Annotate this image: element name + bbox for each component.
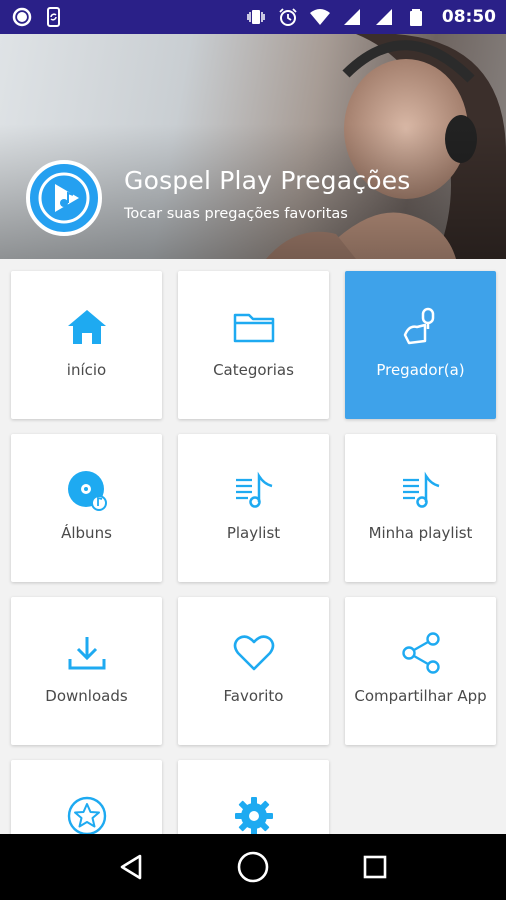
playlist-icon [235, 471, 272, 508]
menu-item-favorito[interactable]: Favorito [178, 597, 329, 745]
playlist-icon [402, 471, 439, 508]
navigation-bar [0, 834, 506, 900]
alarm-icon [279, 8, 297, 26]
app-title: Gospel Play Pregações [124, 166, 411, 195]
download-icon [68, 637, 105, 670]
folder-icon [233, 313, 274, 343]
back-button[interactable] [111, 847, 151, 887]
app-logo [26, 160, 102, 236]
album-disc-icon [67, 471, 107, 511]
menu-item-rate[interactable] [11, 760, 162, 834]
menu-item-playlist[interactable]: Playlist [178, 434, 329, 582]
menu-item-minha-playlist[interactable]: Minha playlist [345, 434, 496, 582]
share-icon [401, 632, 440, 674]
menu-item-pregador[interactable]: Pregador(a) [345, 271, 496, 419]
app-header: Gospel Play Pregações Tocar suas pregaçõ… [0, 34, 506, 259]
circle-notification-icon [12, 7, 32, 27]
preacher-icon [403, 307, 434, 345]
menu-item-categorias[interactable]: Categorias [178, 271, 329, 419]
recents-icon [363, 855, 387, 879]
play-note-logo-icon [38, 172, 90, 224]
menu-item-settings[interactable] [178, 760, 329, 834]
menu-item-label: Categorias [213, 361, 294, 379]
app-subtitle: Tocar suas pregações favoritas [124, 206, 348, 222]
menu-item-label: Favorito [223, 687, 284, 705]
menu-item-albuns[interactable]: Álbuns [11, 434, 162, 582]
wifi-icon [309, 9, 330, 25]
signal-icon [343, 9, 360, 25]
home-button[interactable] [233, 847, 273, 887]
home-circle-icon [237, 851, 269, 883]
status-bar: 08:50 [0, 0, 506, 34]
menu-item-label: Playlist [226, 524, 281, 542]
menu-item-downloads[interactable]: Downloads [11, 597, 162, 745]
menu-grid: início Categorias Pregador(a) Álbuns Pla… [0, 259, 506, 834]
menu-item-compartilhar[interactable]: Compartilhar App [345, 597, 496, 745]
battery-icon [409, 9, 422, 26]
menu-item-label: início [66, 361, 107, 379]
home-icon [67, 310, 106, 344]
menu-item-label: Compartilhar App [354, 687, 487, 705]
gear-icon [234, 797, 273, 834]
menu-item-label: Pregador(a) [376, 361, 465, 379]
menu-item-inicio[interactable]: início [11, 271, 162, 419]
star-icon [67, 796, 106, 834]
menu-item-label: Minha playlist [368, 524, 473, 542]
heart-icon [233, 635, 274, 671]
clock: 08:50 [441, 7, 496, 27]
phone-sync-icon [47, 7, 60, 27]
menu-item-label: Álbuns [61, 524, 112, 542]
signal-icon [375, 9, 392, 25]
vibrate-icon [247, 10, 265, 24]
recents-button[interactable] [355, 847, 395, 887]
back-icon [120, 854, 142, 880]
menu-item-label: Downloads [45, 687, 128, 705]
